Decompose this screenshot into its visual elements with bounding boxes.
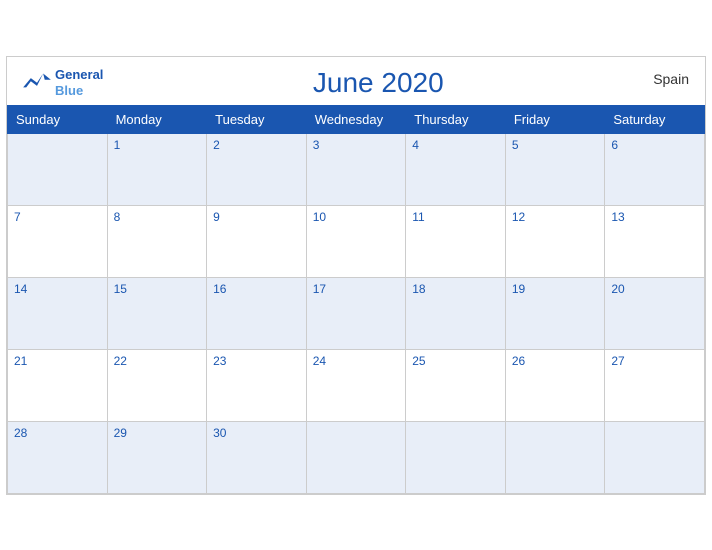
calendar-day-cell: 20 bbox=[605, 277, 705, 349]
day-number: 4 bbox=[412, 138, 499, 152]
day-number: 1 bbox=[114, 138, 201, 152]
calendar-day-cell: 23 bbox=[207, 349, 307, 421]
calendar-day-cell: 16 bbox=[207, 277, 307, 349]
calendar-day-cell: 12 bbox=[505, 205, 605, 277]
day-number: 16 bbox=[213, 282, 300, 296]
day-number: 12 bbox=[512, 210, 599, 224]
day-number: 6 bbox=[611, 138, 698, 152]
day-number: 18 bbox=[412, 282, 499, 296]
weekday-header-row: Sunday Monday Tuesday Wednesday Thursday… bbox=[8, 105, 705, 133]
calendar-day-cell: 7 bbox=[8, 205, 108, 277]
calendar-day-cell: 10 bbox=[306, 205, 406, 277]
calendar-day-cell: 18 bbox=[406, 277, 506, 349]
calendar-day-cell bbox=[8, 133, 108, 205]
calendar-day-cell: 19 bbox=[505, 277, 605, 349]
calendar-day-cell: 21 bbox=[8, 349, 108, 421]
calendar-day-cell bbox=[505, 421, 605, 493]
calendar-day-cell: 24 bbox=[306, 349, 406, 421]
day-number: 13 bbox=[611, 210, 698, 224]
day-number: 10 bbox=[313, 210, 400, 224]
day-number: 5 bbox=[512, 138, 599, 152]
calendar-day-cell: 14 bbox=[8, 277, 108, 349]
calendar-day-cell: 1 bbox=[107, 133, 207, 205]
calendar-week-row: 123456 bbox=[8, 133, 705, 205]
day-number: 2 bbox=[213, 138, 300, 152]
header-saturday: Saturday bbox=[605, 105, 705, 133]
calendar-title: June 2020 bbox=[103, 67, 653, 99]
calendar-day-cell: 13 bbox=[605, 205, 705, 277]
day-number: 24 bbox=[313, 354, 400, 368]
day-number: 8 bbox=[114, 210, 201, 224]
calendar-day-cell bbox=[406, 421, 506, 493]
calendar-day-cell: 8 bbox=[107, 205, 207, 277]
day-number: 22 bbox=[114, 354, 201, 368]
header-sunday: Sunday bbox=[8, 105, 108, 133]
calendar-week-row: 28 29 30 bbox=[8, 421, 705, 493]
day-number: 20 bbox=[611, 282, 698, 296]
calendar-day-cell: 26 bbox=[505, 349, 605, 421]
day-number: 25 bbox=[412, 354, 499, 368]
day-number: 30 bbox=[213, 426, 300, 440]
calendar-day-cell: 3 bbox=[306, 133, 406, 205]
calendar-header: GeneralBlue June 2020 Spain bbox=[7, 57, 705, 105]
day-number: 15 bbox=[114, 282, 201, 296]
day-number: 17 bbox=[313, 282, 400, 296]
calendar-day-cell: 2 bbox=[207, 133, 307, 205]
day-number: 9 bbox=[213, 210, 300, 224]
calendar-day-cell: 11 bbox=[406, 205, 506, 277]
day-number: 21 bbox=[14, 354, 101, 368]
day-number: 19 bbox=[512, 282, 599, 296]
header-monday: Monday bbox=[107, 105, 207, 133]
header-thursday: Thursday bbox=[406, 105, 506, 133]
logo-area: GeneralBlue bbox=[23, 67, 103, 98]
calendar-day-cell: 5 bbox=[505, 133, 605, 205]
calendar-day-cell bbox=[306, 421, 406, 493]
calendar-day-cell: 9 bbox=[207, 205, 307, 277]
calendar-day-cell: 4 bbox=[406, 133, 506, 205]
calendar-day-cell: 22 bbox=[107, 349, 207, 421]
country-label: Spain bbox=[653, 67, 689, 87]
calendar-day-cell: 28 bbox=[8, 421, 108, 493]
calendar-week-row: 789 10 11 12 13 bbox=[8, 205, 705, 277]
header-tuesday: Tuesday bbox=[207, 105, 307, 133]
day-number: 23 bbox=[213, 354, 300, 368]
calendar-day-cell: 17 bbox=[306, 277, 406, 349]
logo-text: GeneralBlue bbox=[55, 67, 103, 98]
calendar-day-cell: 30 bbox=[207, 421, 307, 493]
day-number: 14 bbox=[14, 282, 101, 296]
calendar-day-cell: 25 bbox=[406, 349, 506, 421]
logo-bird-icon bbox=[23, 72, 51, 92]
calendar-day-cell bbox=[605, 421, 705, 493]
calendar-week-row: 21 22 23 24 25 26 27 bbox=[8, 349, 705, 421]
day-number: 3 bbox=[313, 138, 400, 152]
day-number: 28 bbox=[14, 426, 101, 440]
calendar-week-row: 14 15 16 17 18 19 20 bbox=[8, 277, 705, 349]
calendar: GeneralBlue June 2020 Spain Sunday Monda… bbox=[6, 56, 706, 495]
day-number: 11 bbox=[412, 210, 499, 224]
day-number: 29 bbox=[114, 426, 201, 440]
day-number: 27 bbox=[611, 354, 698, 368]
header-wednesday: Wednesday bbox=[306, 105, 406, 133]
day-number: 26 bbox=[512, 354, 599, 368]
calendar-table: Sunday Monday Tuesday Wednesday Thursday… bbox=[7, 105, 705, 494]
day-number: 7 bbox=[14, 210, 101, 224]
calendar-day-cell: 6 bbox=[605, 133, 705, 205]
header-friday: Friday bbox=[505, 105, 605, 133]
calendar-day-cell: 29 bbox=[107, 421, 207, 493]
calendar-day-cell: 15 bbox=[107, 277, 207, 349]
calendar-day-cell: 27 bbox=[605, 349, 705, 421]
